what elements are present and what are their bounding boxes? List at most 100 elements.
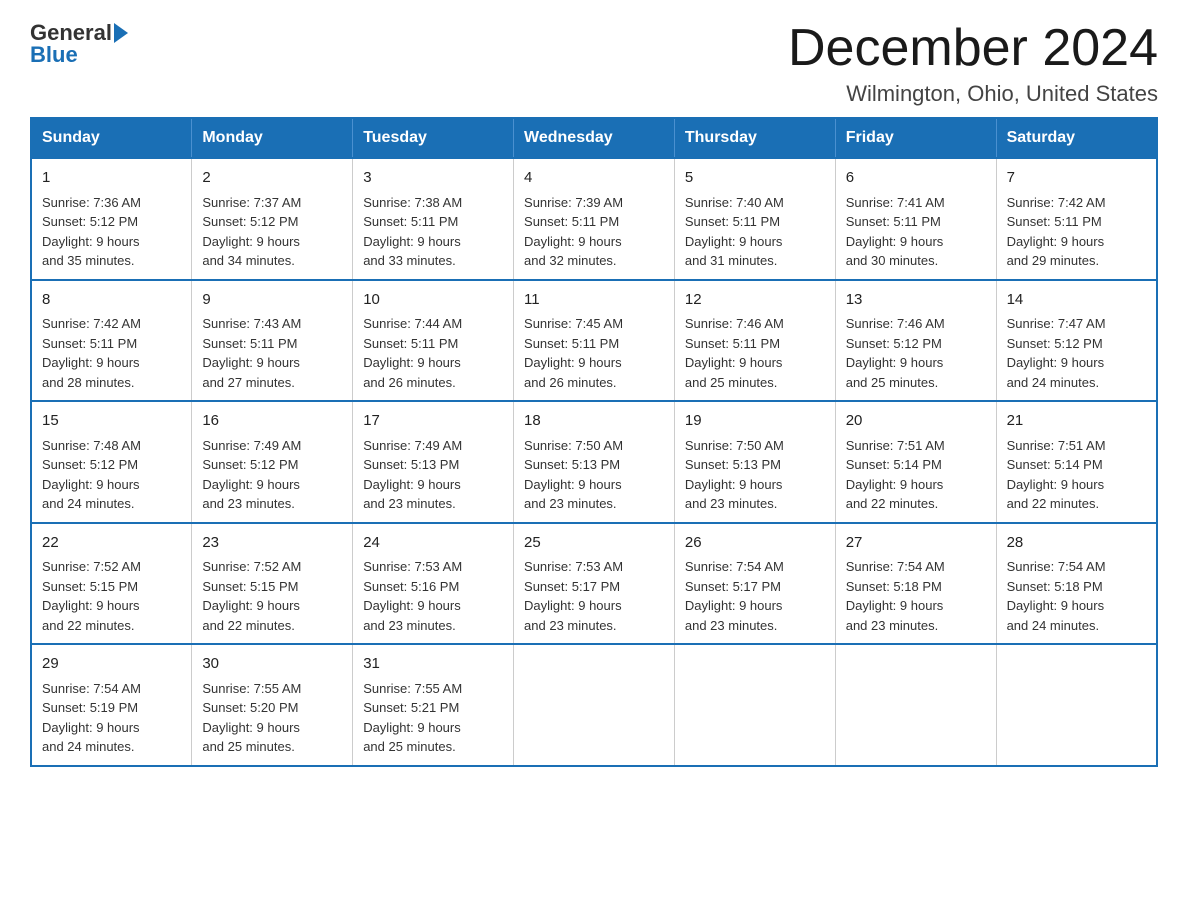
- day-info: Sunrise: 7:54 AMSunset: 5:18 PMDaylight:…: [1007, 557, 1146, 635]
- day-info: Sunrise: 7:52 AMSunset: 5:15 PMDaylight:…: [202, 557, 342, 635]
- calendar-cell: 17 Sunrise: 7:49 AMSunset: 5:13 PMDaylig…: [353, 401, 514, 523]
- calendar-cell: 6 Sunrise: 7:41 AMSunset: 5:11 PMDayligh…: [835, 158, 996, 280]
- day-number: 20: [846, 410, 986, 433]
- day-info: Sunrise: 7:36 AMSunset: 5:12 PMDaylight:…: [42, 193, 181, 271]
- day-number: 23: [202, 532, 342, 555]
- calendar-cell: 18 Sunrise: 7:50 AMSunset: 5:13 PMDaylig…: [514, 401, 675, 523]
- subtitle: Wilmington, Ohio, United States: [788, 81, 1158, 107]
- day-info: Sunrise: 7:47 AMSunset: 5:12 PMDaylight:…: [1007, 314, 1146, 392]
- logo-triangle-icon: [114, 23, 128, 43]
- day-number: 9: [202, 289, 342, 312]
- day-info: Sunrise: 7:38 AMSunset: 5:11 PMDaylight:…: [363, 193, 503, 271]
- day-info: Sunrise: 7:44 AMSunset: 5:11 PMDaylight:…: [363, 314, 503, 392]
- calendar-cell: 19 Sunrise: 7:50 AMSunset: 5:13 PMDaylig…: [674, 401, 835, 523]
- calendar-cell: 8 Sunrise: 7:42 AMSunset: 5:11 PMDayligh…: [31, 280, 192, 402]
- calendar-cell: 9 Sunrise: 7:43 AMSunset: 5:11 PMDayligh…: [192, 280, 353, 402]
- calendar-cell: 29 Sunrise: 7:54 AMSunset: 5:19 PMDaylig…: [31, 644, 192, 766]
- calendar-cell: 10 Sunrise: 7:44 AMSunset: 5:11 PMDaylig…: [353, 280, 514, 402]
- day-info: Sunrise: 7:49 AMSunset: 5:12 PMDaylight:…: [202, 436, 342, 514]
- calendar-cell: 2 Sunrise: 7:37 AMSunset: 5:12 PMDayligh…: [192, 158, 353, 280]
- column-header-monday: Monday: [192, 118, 353, 158]
- day-info: Sunrise: 7:54 AMSunset: 5:17 PMDaylight:…: [685, 557, 825, 635]
- day-info: Sunrise: 7:39 AMSunset: 5:11 PMDaylight:…: [524, 193, 664, 271]
- day-number: 30: [202, 653, 342, 676]
- day-number: 10: [363, 289, 503, 312]
- column-header-sunday: Sunday: [31, 118, 192, 158]
- day-info: Sunrise: 7:48 AMSunset: 5:12 PMDaylight:…: [42, 436, 181, 514]
- day-info: Sunrise: 7:50 AMSunset: 5:13 PMDaylight:…: [685, 436, 825, 514]
- calendar-cell: 11 Sunrise: 7:45 AMSunset: 5:11 PMDaylig…: [514, 280, 675, 402]
- calendar-week-4: 22 Sunrise: 7:52 AMSunset: 5:15 PMDaylig…: [31, 523, 1157, 645]
- day-number: 17: [363, 410, 503, 433]
- calendar-cell: 30 Sunrise: 7:55 AMSunset: 5:20 PMDaylig…: [192, 644, 353, 766]
- logo-blue-text: Blue: [30, 42, 128, 68]
- calendar-header-row: SundayMondayTuesdayWednesdayThursdayFrid…: [31, 118, 1157, 158]
- day-info: Sunrise: 7:46 AMSunset: 5:12 PMDaylight:…: [846, 314, 986, 392]
- day-info: Sunrise: 7:41 AMSunset: 5:11 PMDaylight:…: [846, 193, 986, 271]
- day-number: 26: [685, 532, 825, 555]
- day-info: Sunrise: 7:51 AMSunset: 5:14 PMDaylight:…: [1007, 436, 1146, 514]
- calendar-cell: 13 Sunrise: 7:46 AMSunset: 5:12 PMDaylig…: [835, 280, 996, 402]
- day-info: Sunrise: 7:52 AMSunset: 5:15 PMDaylight:…: [42, 557, 181, 635]
- title-container: December 2024 Wilmington, Ohio, United S…: [788, 20, 1158, 107]
- calendar-week-5: 29 Sunrise: 7:54 AMSunset: 5:19 PMDaylig…: [31, 644, 1157, 766]
- day-info: Sunrise: 7:54 AMSunset: 5:18 PMDaylight:…: [846, 557, 986, 635]
- day-number: 27: [846, 532, 986, 555]
- calendar-cell: 15 Sunrise: 7:48 AMSunset: 5:12 PMDaylig…: [31, 401, 192, 523]
- day-info: Sunrise: 7:55 AMSunset: 5:21 PMDaylight:…: [363, 679, 503, 757]
- calendar-cell: [835, 644, 996, 766]
- day-info: Sunrise: 7:54 AMSunset: 5:19 PMDaylight:…: [42, 679, 181, 757]
- column-header-saturday: Saturday: [996, 118, 1157, 158]
- calendar-cell: 5 Sunrise: 7:40 AMSunset: 5:11 PMDayligh…: [674, 158, 835, 280]
- day-number: 28: [1007, 532, 1146, 555]
- day-number: 8: [42, 289, 181, 312]
- calendar-cell: 14 Sunrise: 7:47 AMSunset: 5:12 PMDaylig…: [996, 280, 1157, 402]
- day-info: Sunrise: 7:43 AMSunset: 5:11 PMDaylight:…: [202, 314, 342, 392]
- calendar-cell: 16 Sunrise: 7:49 AMSunset: 5:12 PMDaylig…: [192, 401, 353, 523]
- day-number: 16: [202, 410, 342, 433]
- day-info: Sunrise: 7:53 AMSunset: 5:16 PMDaylight:…: [363, 557, 503, 635]
- day-number: 2: [202, 167, 342, 190]
- calendar-cell: 26 Sunrise: 7:54 AMSunset: 5:17 PMDaylig…: [674, 523, 835, 645]
- day-number: 6: [846, 167, 986, 190]
- calendar-cell: 4 Sunrise: 7:39 AMSunset: 5:11 PMDayligh…: [514, 158, 675, 280]
- calendar-week-2: 8 Sunrise: 7:42 AMSunset: 5:11 PMDayligh…: [31, 280, 1157, 402]
- day-number: 31: [363, 653, 503, 676]
- day-number: 13: [846, 289, 986, 312]
- day-number: 14: [1007, 289, 1146, 312]
- day-info: Sunrise: 7:42 AMSunset: 5:11 PMDaylight:…: [1007, 193, 1146, 271]
- calendar-table: SundayMondayTuesdayWednesdayThursdayFrid…: [30, 117, 1158, 767]
- day-info: Sunrise: 7:49 AMSunset: 5:13 PMDaylight:…: [363, 436, 503, 514]
- day-info: Sunrise: 7:42 AMSunset: 5:11 PMDaylight:…: [42, 314, 181, 392]
- calendar-cell: 24 Sunrise: 7:53 AMSunset: 5:16 PMDaylig…: [353, 523, 514, 645]
- day-number: 25: [524, 532, 664, 555]
- calendar-cell: [996, 644, 1157, 766]
- calendar-cell: 23 Sunrise: 7:52 AMSunset: 5:15 PMDaylig…: [192, 523, 353, 645]
- day-number: 18: [524, 410, 664, 433]
- page-title: December 2024: [788, 20, 1158, 77]
- day-number: 3: [363, 167, 503, 190]
- column-header-thursday: Thursday: [674, 118, 835, 158]
- column-header-friday: Friday: [835, 118, 996, 158]
- day-number: 7: [1007, 167, 1146, 190]
- calendar-cell: 12 Sunrise: 7:46 AMSunset: 5:11 PMDaylig…: [674, 280, 835, 402]
- calendar-cell: 1 Sunrise: 7:36 AMSunset: 5:12 PMDayligh…: [31, 158, 192, 280]
- calendar-week-3: 15 Sunrise: 7:48 AMSunset: 5:12 PMDaylig…: [31, 401, 1157, 523]
- calendar-cell: [514, 644, 675, 766]
- calendar-cell: 21 Sunrise: 7:51 AMSunset: 5:14 PMDaylig…: [996, 401, 1157, 523]
- calendar-cell: 27 Sunrise: 7:54 AMSunset: 5:18 PMDaylig…: [835, 523, 996, 645]
- calendar-cell: [674, 644, 835, 766]
- calendar-cell: 22 Sunrise: 7:52 AMSunset: 5:15 PMDaylig…: [31, 523, 192, 645]
- day-number: 1: [42, 167, 181, 190]
- day-info: Sunrise: 7:46 AMSunset: 5:11 PMDaylight:…: [685, 314, 825, 392]
- column-header-wednesday: Wednesday: [514, 118, 675, 158]
- day-number: 19: [685, 410, 825, 433]
- calendar-cell: 31 Sunrise: 7:55 AMSunset: 5:21 PMDaylig…: [353, 644, 514, 766]
- calendar-cell: 25 Sunrise: 7:53 AMSunset: 5:17 PMDaylig…: [514, 523, 675, 645]
- day-info: Sunrise: 7:45 AMSunset: 5:11 PMDaylight:…: [524, 314, 664, 392]
- calendar-week-1: 1 Sunrise: 7:36 AMSunset: 5:12 PMDayligh…: [31, 158, 1157, 280]
- day-number: 21: [1007, 410, 1146, 433]
- day-number: 22: [42, 532, 181, 555]
- page-header: General Blue December 2024 Wilmington, O…: [30, 20, 1158, 107]
- day-info: Sunrise: 7:37 AMSunset: 5:12 PMDaylight:…: [202, 193, 342, 271]
